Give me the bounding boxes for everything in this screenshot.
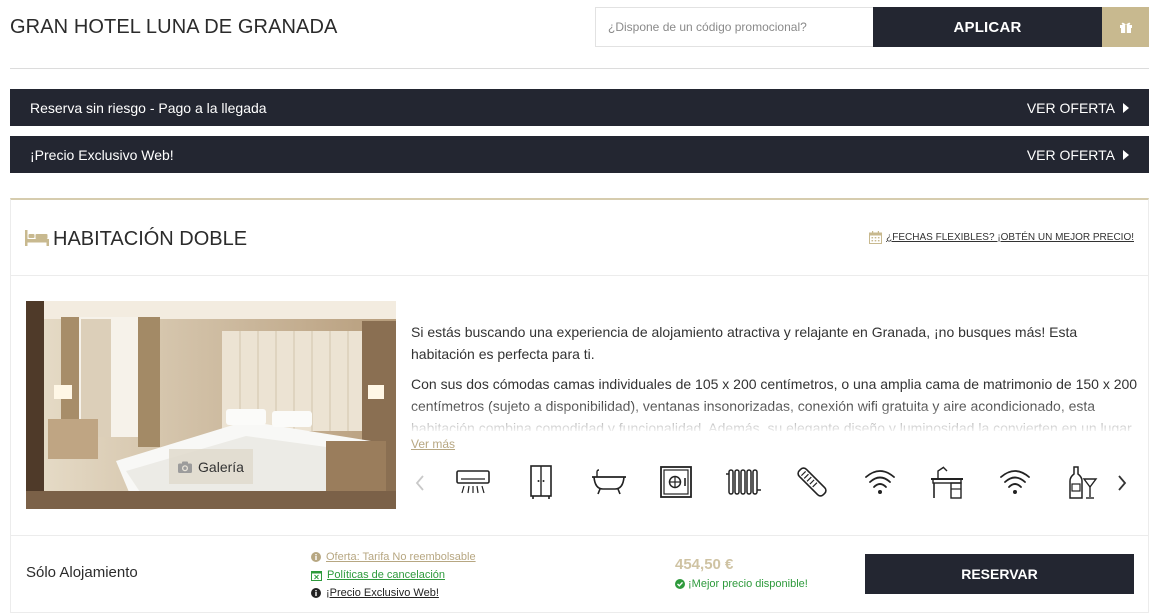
wardrobe-icon: [521, 462, 561, 502]
see-more-link[interactable]: Ver más: [411, 437, 460, 451]
reserve-button[interactable]: RESERVAR: [865, 554, 1134, 594]
see-offer-label: VER OFERTA: [1026, 99, 1115, 116]
rate-price: 454,50 €: [675, 556, 734, 573]
gallery-label: Galería: [198, 458, 244, 475]
exclusive-web-price-link[interactable]: ¡Precio Exclusivo Web!: [311, 584, 476, 602]
bed-icon: [25, 230, 49, 246]
rate-row: Sólo Alojamiento Oferta: Tarifa No reemb…: [11, 535, 1148, 613]
gallery-button[interactable]: Galería: [169, 449, 253, 484]
camera-icon: [178, 461, 193, 473]
amenities-list: [453, 462, 1103, 502]
air-conditioning-icon: [453, 462, 493, 502]
cancellation-policy-link[interactable]: Políticas de cancelación: [311, 566, 476, 584]
bathtub-icon: [589, 462, 629, 502]
gift-button[interactable]: [1102, 7, 1149, 47]
flexible-dates-link[interactable]: ¿FECHAS FLEXIBLES? ¡OBTÉN UN MEJOR PRECI…: [869, 231, 1134, 244]
hairdryer-icon: [792, 462, 832, 502]
info-icon: [311, 588, 321, 598]
amenities-next-icon[interactable]: [1117, 474, 1127, 492]
safe-icon: [656, 462, 696, 502]
minibar-icon: [1063, 462, 1103, 502]
description-paragraph: Si estás buscando una experiencia de alo…: [411, 324, 1078, 362]
flexible-dates-label: ¿FECHAS FLEXIBLES? ¡OBTÉN UN MEJOR PRECI…: [886, 232, 1134, 243]
non-refundable-offer-link[interactable]: Oferta: Tarifa No reembolsable: [311, 548, 476, 566]
room-card: HABITACIÓN DOBLE ¿FECHAS FLEXIBLES? ¡OBT…: [10, 198, 1149, 613]
wifi-icon: [860, 462, 900, 502]
hotel-title: GRAN HOTEL LUNA DE GRANADA: [10, 16, 338, 38]
best-price-badge: ¡Mejor precio disponible!: [675, 578, 808, 590]
offer-bar-exclusive-web[interactable]: ¡Precio Exclusivo Web! VER OFERTA: [10, 136, 1149, 173]
amenities-prev-icon[interactable]: [415, 474, 425, 492]
rate-link-label: Políticas de cancelación: [327, 569, 446, 581]
check-circle-icon: [675, 579, 685, 589]
wifi-icon: [995, 462, 1035, 502]
see-offer-label: VER OFERTA: [1026, 146, 1115, 163]
description-fade: [411, 400, 1139, 432]
desk-icon: [927, 462, 967, 502]
room-header: HABITACIÓN DOBLE ¿FECHAS FLEXIBLES? ¡OBT…: [11, 200, 1148, 276]
caret-right-icon: [1123, 149, 1129, 160]
caret-right-icon: [1123, 102, 1129, 113]
rate-conditions: Oferta: Tarifa No reembolsable Políticas…: [311, 548, 476, 602]
apply-button[interactable]: APLICAR: [873, 7, 1102, 47]
gift-icon: [1119, 22, 1132, 33]
header-divider: [10, 68, 1149, 69]
rate-link-label: Oferta: Tarifa No reembolsable: [326, 551, 476, 563]
booking-page: GRAN HOTEL LUNA DE GRANADA APLICAR Reser…: [0, 0, 1149, 613]
best-price-label: ¡Mejor precio disponible!: [688, 578, 808, 590]
room-title: HABITACIÓN DOBLE: [53, 228, 248, 250]
offer-label: ¡Precio Exclusivo Web!: [30, 146, 174, 163]
offer-label: Reserva sin riesgo - Pago a la llegada: [30, 99, 267, 116]
calendar-x-icon: [311, 570, 322, 581]
see-offer-link[interactable]: VER OFERTA: [1027, 147, 1129, 163]
heating-icon: [724, 462, 764, 502]
info-icon: [311, 552, 321, 562]
promo-code-input[interactable]: [595, 7, 873, 47]
rate-name: Sólo Alojamiento: [26, 564, 138, 581]
calendar-icon: [869, 231, 883, 244]
rate-link-label: ¡Precio Exclusivo Web!: [326, 587, 439, 599]
room-photo[interactable]: Galería: [26, 301, 396, 509]
offer-bar-pay-at-arrival[interactable]: Reserva sin riesgo - Pago a la llegada V…: [10, 89, 1149, 126]
see-offer-link[interactable]: VER OFERTA: [1027, 100, 1129, 116]
